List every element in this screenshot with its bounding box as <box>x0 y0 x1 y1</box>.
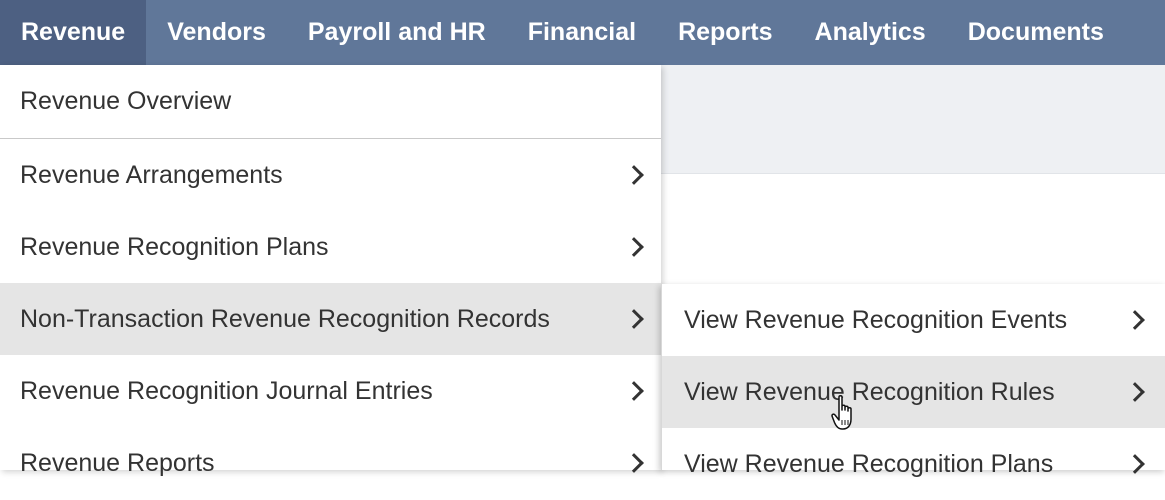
submenu-item-view-rules[interactable]: View Revenue Recognition Rules <box>662 356 1165 428</box>
chevron-right-icon <box>624 381 644 401</box>
revenue-dropdown-menu: Revenue Overview Revenue Arrangements Re… <box>0 65 661 477</box>
chevron-right-icon <box>1125 454 1145 474</box>
chevron-right-icon <box>1125 382 1145 402</box>
menu-item-label: Revenue Arrangements <box>20 160 283 189</box>
tab-vendors[interactable]: Vendors <box>146 0 287 65</box>
top-navigation-bar: Revenue Vendors Payroll and HR Financial… <box>0 0 1165 65</box>
submenu-item-label: View Revenue Recognition Events <box>684 305 1068 334</box>
tab-reports[interactable]: Reports <box>657 0 793 65</box>
menu-item-revenue-reports[interactable]: Revenue Reports <box>0 427 661 499</box>
chevron-right-icon <box>624 165 644 185</box>
submenu-item-view-plans[interactable]: View Revenue Recognition Plans <box>662 428 1165 500</box>
tab-documents[interactable]: Documents <box>947 0 1125 65</box>
menu-item-label: Revenue Recognition Plans <box>20 232 329 261</box>
menu-item-revenue-overview[interactable]: Revenue Overview <box>0 65 661 139</box>
tab-financial[interactable]: Financial <box>507 0 657 65</box>
hand-pointer-icon <box>831 394 852 430</box>
menu-item-journal-entries[interactable]: Revenue Recognition Journal Entries <box>0 355 661 427</box>
chevron-right-icon <box>624 237 644 257</box>
non-transaction-submenu: View Revenue Recognition Events View Rev… <box>661 284 1165 478</box>
page-header-background <box>660 65 1165 174</box>
chevron-right-icon <box>1125 310 1145 330</box>
submenu-item-view-events[interactable]: View Revenue Recognition Events <box>662 284 1165 356</box>
menu-item-label: Revenue Overview <box>20 87 232 115</box>
submenu-item-label: View Revenue Recognition Rules <box>684 377 1055 406</box>
tab-payroll-and-hr[interactable]: Payroll and HR <box>287 0 507 65</box>
menu-item-label: Non-Transaction Revenue Recognition Reco… <box>20 304 550 333</box>
menu-item-non-transaction-records[interactable]: Non-Transaction Revenue Recognition Reco… <box>0 283 661 355</box>
submenu-item-label: View Revenue Recognition Plans <box>684 449 1054 478</box>
menu-item-revenue-arrangements[interactable]: Revenue Arrangements <box>0 139 661 211</box>
menu-item-revenue-recognition-plans[interactable]: Revenue Recognition Plans <box>0 211 661 283</box>
menu-item-label: Revenue Recognition Journal Entries <box>20 376 433 405</box>
menu-item-label: Revenue Reports <box>20 448 215 477</box>
tab-revenue[interactable]: Revenue <box>0 0 147 65</box>
chevron-right-icon <box>624 309 644 329</box>
tab-analytics[interactable]: Analytics <box>794 0 947 65</box>
